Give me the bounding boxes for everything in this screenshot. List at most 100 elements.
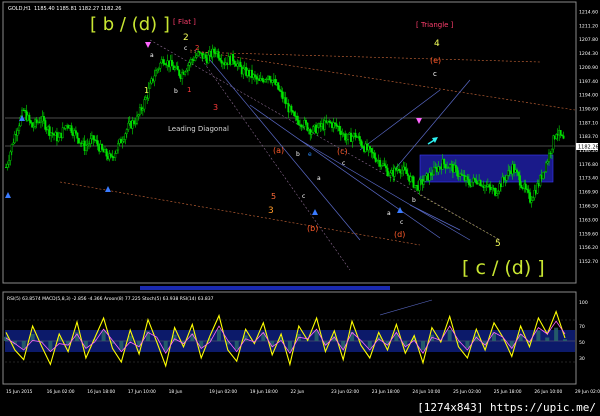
candle-body — [186, 65, 189, 71]
candle-body — [384, 165, 387, 169]
histogram-bar — [465, 341, 470, 348]
histogram-bar — [563, 339, 567, 341]
candle-body — [143, 99, 146, 110]
histogram-bar — [421, 341, 426, 351]
wave-e-paren: (e) — [430, 56, 441, 65]
price-tick-label: 1204.30 — [579, 51, 598, 57]
candle-body — [488, 184, 491, 188]
wave-a-paren: (a) — [273, 146, 284, 155]
candle-body — [422, 181, 425, 185]
time-tick-label: 19 Jun 02:00 — [209, 389, 237, 395]
indicator-panel — [4, 299, 575, 368]
candle-body — [545, 162, 548, 172]
candle-body — [13, 134, 16, 144]
candle-body — [154, 70, 157, 77]
candle-body — [77, 138, 80, 144]
candle-body — [335, 123, 338, 127]
candle-body — [454, 164, 457, 168]
candle-body — [351, 136, 354, 142]
histogram-bar — [287, 341, 292, 351]
candle-body — [170, 60, 173, 66]
candle-body — [176, 65, 179, 71]
indicator-tick-label: 70 — [579, 324, 585, 330]
candle-body — [121, 141, 124, 144]
time-tick-label: 19 Jun 18:00 — [250, 389, 278, 395]
candle-body — [406, 173, 409, 176]
candle-body — [127, 122, 130, 130]
candle-body — [467, 179, 470, 185]
indicator-tick-label: 50 — [579, 340, 585, 346]
indicator-strip — [140, 286, 390, 290]
label-c-d: [ c / (d) ] — [462, 257, 545, 279]
candle-body — [194, 57, 197, 61]
histogram-bar — [119, 341, 124, 350]
candle-body — [424, 175, 427, 182]
indicator-header: RSI(5) 63.8574 MACD(5,8,3) -2.856 -4.366… — [7, 296, 214, 302]
candle-body — [398, 169, 401, 171]
candle-body — [178, 69, 181, 76]
histogram-bar — [137, 341, 142, 347]
sub-a-2: a — [317, 175, 321, 182]
candle-body — [530, 200, 533, 203]
price-tick-label: 1207.80 — [579, 37, 598, 43]
candle-body — [312, 126, 315, 133]
label-triangle: [ Triangle ] — [416, 21, 454, 29]
histogram-bar — [554, 327, 559, 341]
sub-c-2: c — [302, 193, 305, 200]
candle-body — [475, 179, 478, 184]
wave-5-minor: 5 — [271, 192, 276, 201]
histogram-bar — [101, 330, 106, 341]
histogram-bar — [447, 329, 452, 341]
wave-1: 1 — [144, 86, 149, 95]
sub-c-1: c — [184, 45, 187, 52]
candle-body — [122, 139, 125, 142]
time-tick-label: 25 Jun 02:00 — [453, 389, 481, 395]
candle-body — [42, 116, 45, 121]
candle-body — [159, 62, 162, 69]
candle-body — [466, 176, 469, 180]
candle-body — [9, 151, 12, 161]
last-price-tag: 1182.26 — [578, 145, 599, 151]
histogram-bar — [216, 329, 221, 341]
time-tick-label: 23 Jun 02:00 — [331, 389, 359, 395]
histogram-bar — [545, 337, 550, 341]
price-tick-label: 1176.80 — [579, 162, 598, 168]
time-tick-label: 17 Jun 10:00 — [128, 389, 156, 395]
candle-body — [29, 120, 32, 123]
candle-body — [358, 136, 361, 141]
price-tick-label: 1211.20 — [579, 23, 598, 29]
indicator-tick-label: 30 — [579, 356, 585, 362]
candle-body — [232, 54, 235, 62]
price-tick-label: 1190.60 — [579, 106, 598, 112]
time-tick-label: 25 Jun 18:00 — [494, 389, 522, 395]
candle-body — [495, 193, 498, 196]
candle-body — [368, 146, 371, 149]
candle-body — [520, 185, 523, 188]
candle-body — [403, 166, 406, 170]
wave-2-minor: 2 — [195, 44, 199, 52]
candle-body — [373, 153, 376, 159]
candle-body — [188, 62, 191, 66]
candle-body — [310, 132, 313, 135]
time-tick-label: 23 Jun 18:00 — [372, 389, 400, 395]
price-tick-label: 1194.00 — [579, 93, 598, 99]
price-tick-label: 1214.60 — [579, 10, 598, 16]
candle-body — [550, 148, 553, 154]
candle-body — [505, 175, 508, 181]
candle-body — [290, 105, 293, 111]
candle-body — [217, 51, 220, 59]
candle-body — [18, 125, 21, 131]
candle-body — [136, 115, 139, 124]
candle-body — [473, 177, 476, 180]
candle-body — [383, 163, 386, 166]
histogram-bar — [536, 330, 541, 341]
candle-body — [316, 127, 319, 134]
wave-2: 2 — [183, 33, 189, 43]
candle-body — [92, 135, 95, 140]
candle-body — [195, 55, 198, 58]
price-tick-label: 1152.70 — [579, 259, 598, 265]
time-tick-label: 26 Jun 10:00 — [534, 389, 562, 395]
sub-d-1: e — [308, 151, 312, 158]
candle-body — [173, 67, 176, 70]
candle-body — [432, 166, 435, 176]
